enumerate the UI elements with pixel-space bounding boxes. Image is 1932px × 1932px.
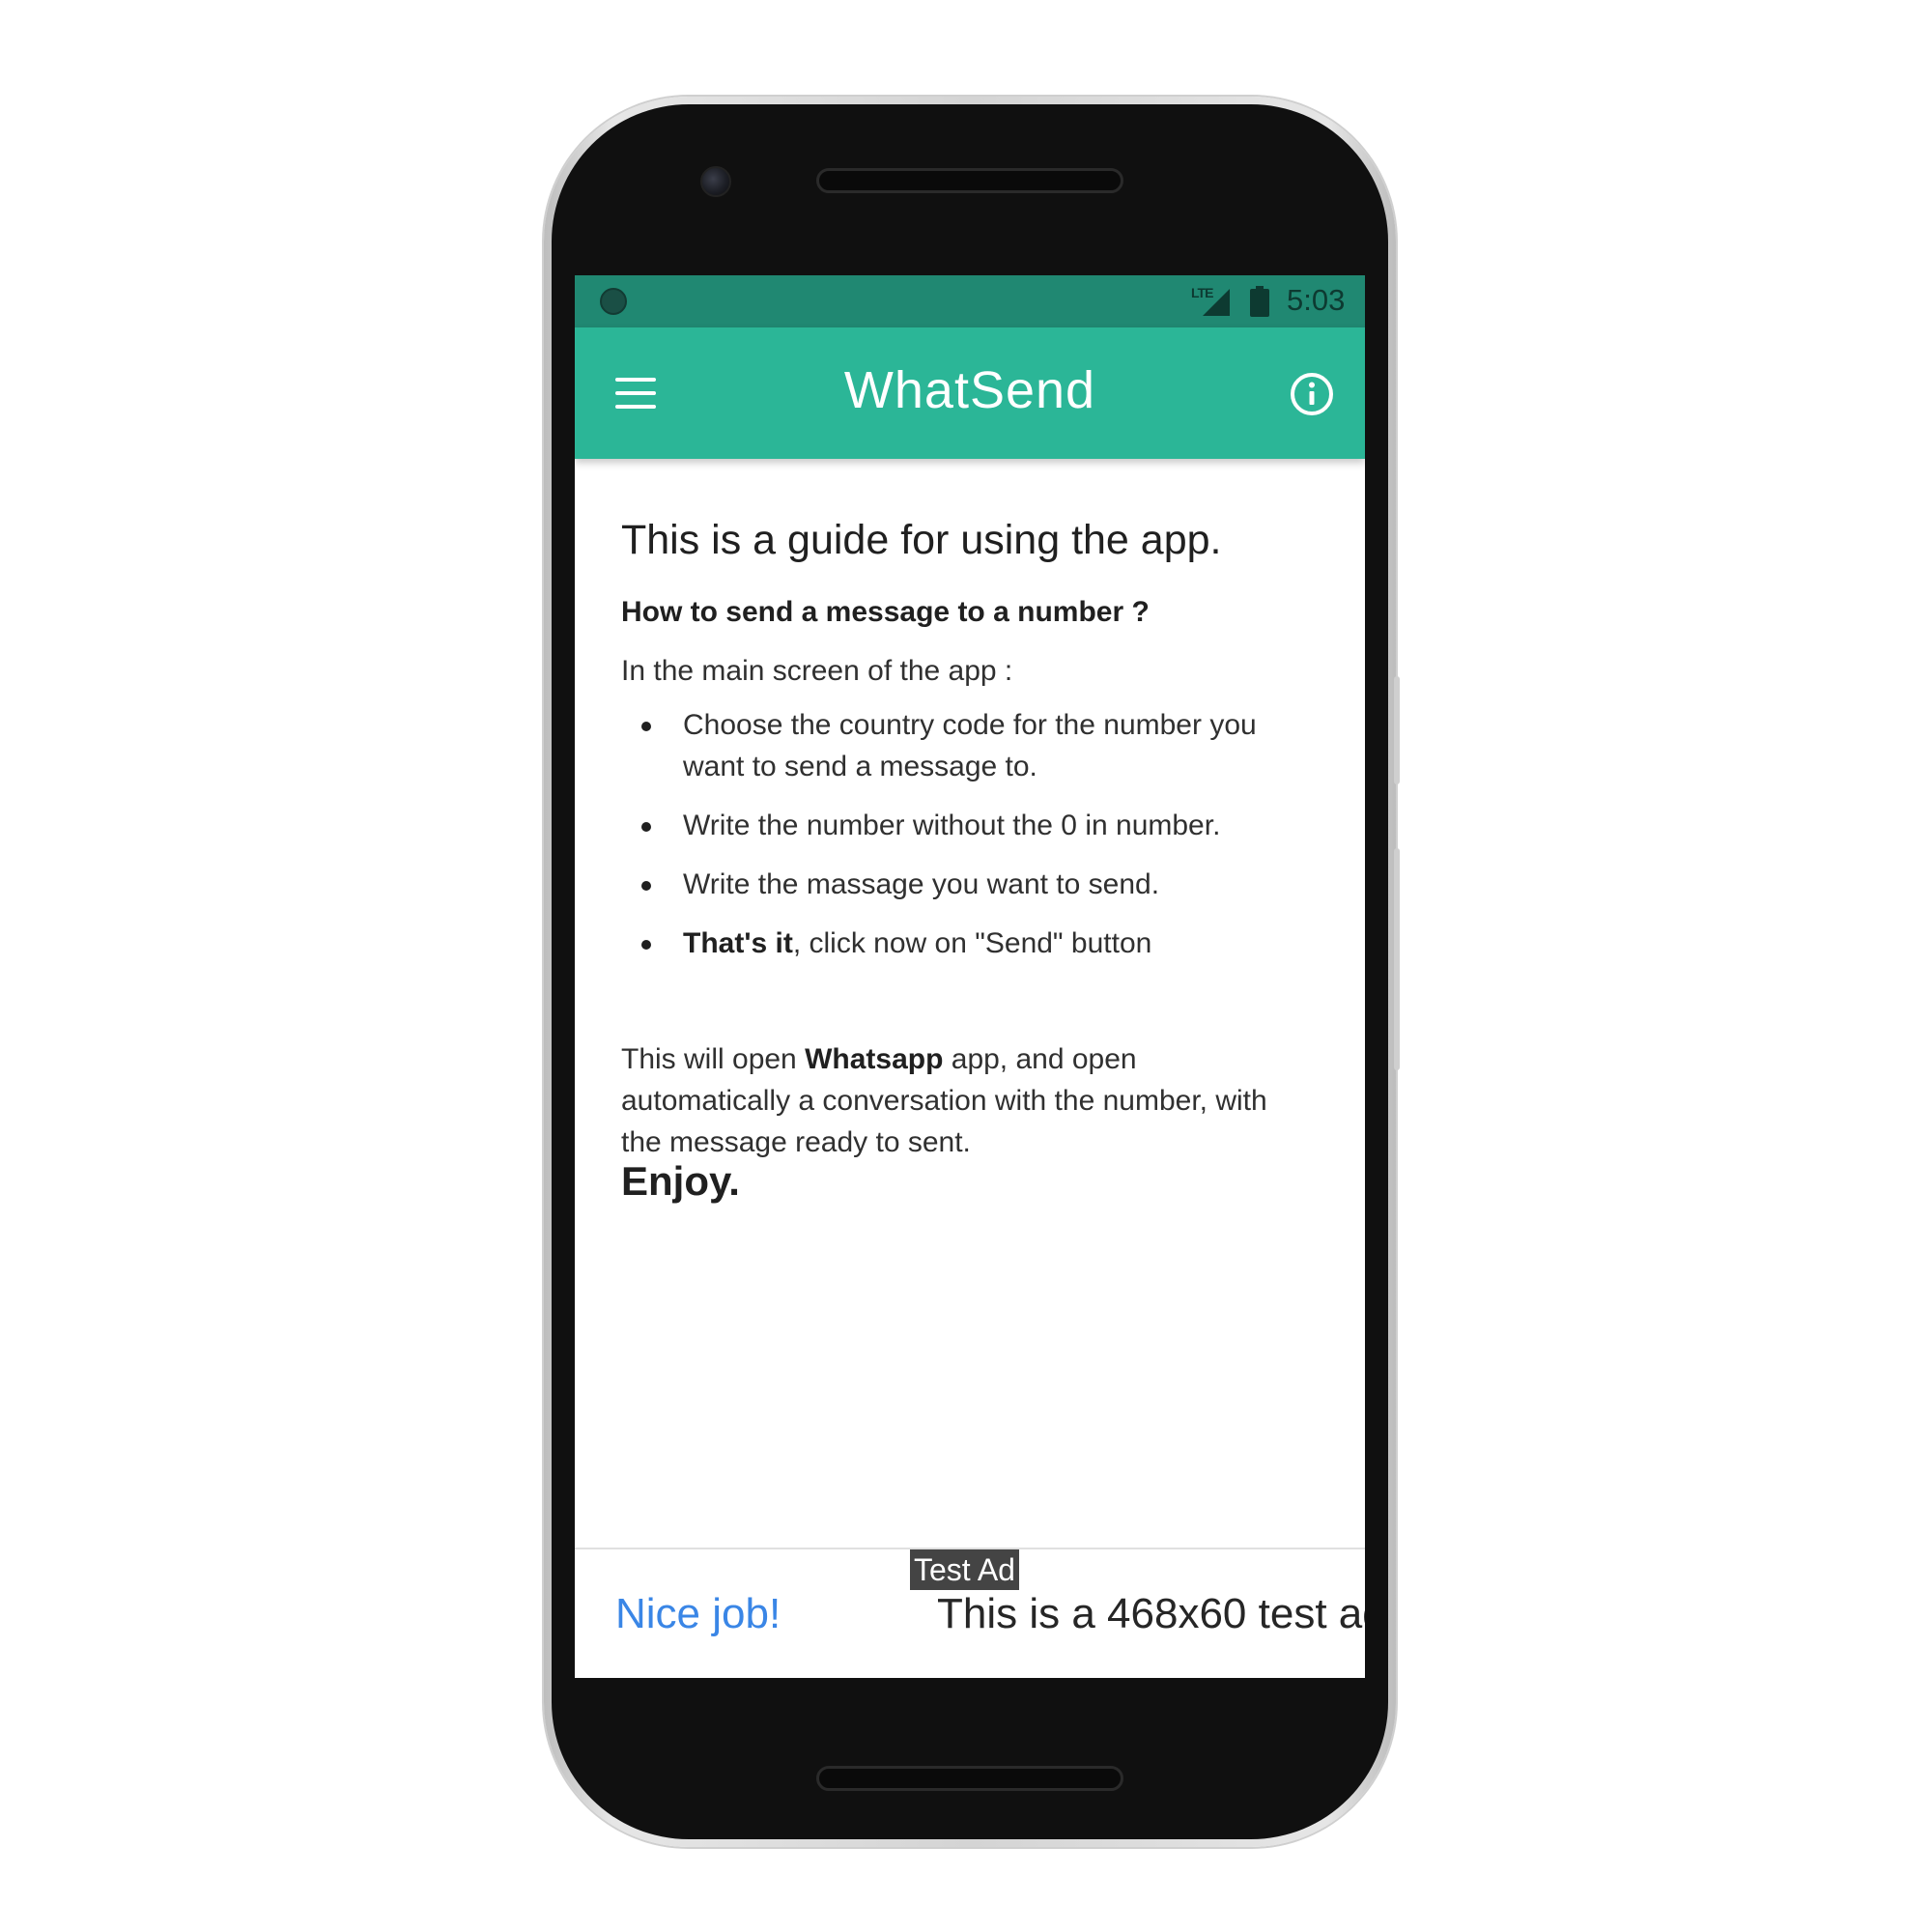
bottom-speaker xyxy=(816,1766,1123,1791)
bullet-dot-icon xyxy=(641,881,651,891)
step-text: That's it, click now on "Send" button xyxy=(683,923,1301,964)
ad-banner[interactable]: Test Ad Nice job! This is a 468x60 test … xyxy=(575,1548,1365,1678)
guide-subtitle: How to send a message to a number ? xyxy=(621,596,1150,628)
enjoy-heading: Enjoy. xyxy=(621,1158,740,1204)
status-bar: LTE 5:03 xyxy=(575,275,1365,327)
app-title: WhatSend xyxy=(843,361,1096,419)
battery-icon xyxy=(1250,286,1269,317)
test-ad-badge: Test Ad xyxy=(910,1549,1019,1590)
app-bar: WhatSend xyxy=(575,327,1365,459)
guide-intro: In the main screen of the app : xyxy=(621,655,1013,687)
phone-screen: LTE 5:03 WhatSend This is a guide for us… xyxy=(575,275,1365,1678)
signal-strength-icon xyxy=(1203,289,1230,316)
step-rest-text: , click now on "Send" button xyxy=(792,927,1152,959)
notification-icon xyxy=(600,288,627,315)
outro-text-before: This will open xyxy=(621,1043,806,1075)
status-time: 5:03 xyxy=(1287,283,1346,317)
outro-app-name: Whatsapp xyxy=(805,1043,944,1075)
bullet-dot-icon xyxy=(641,722,651,731)
power-button xyxy=(1394,676,1400,784)
ad-headline[interactable]: Nice job! xyxy=(615,1590,781,1638)
step-text: Choose the country code for the number y… xyxy=(683,709,1257,782)
guide-title: This is a guide for using the app. xyxy=(621,517,1222,563)
info-circle-icon[interactable] xyxy=(1290,372,1334,416)
step-text: Write the number without the 0 in number… xyxy=(683,810,1221,841)
step-text: Write the massage you want to send. xyxy=(683,868,1160,900)
front-camera xyxy=(700,166,731,197)
ad-description[interactable]: This is a 468x60 test ad. xyxy=(937,1590,1365,1638)
bullet-dot-icon xyxy=(641,940,651,950)
top-speaker xyxy=(816,168,1123,193)
bullet-dot-icon xyxy=(641,822,651,832)
volume-button xyxy=(1394,848,1400,1070)
guide-outro: This will open Whatsapp app, and open au… xyxy=(621,1038,1297,1163)
device-stage: LTE 5:03 WhatSend This is a guide for us… xyxy=(0,0,1932,1932)
step-bold-text: That's it xyxy=(683,927,793,959)
